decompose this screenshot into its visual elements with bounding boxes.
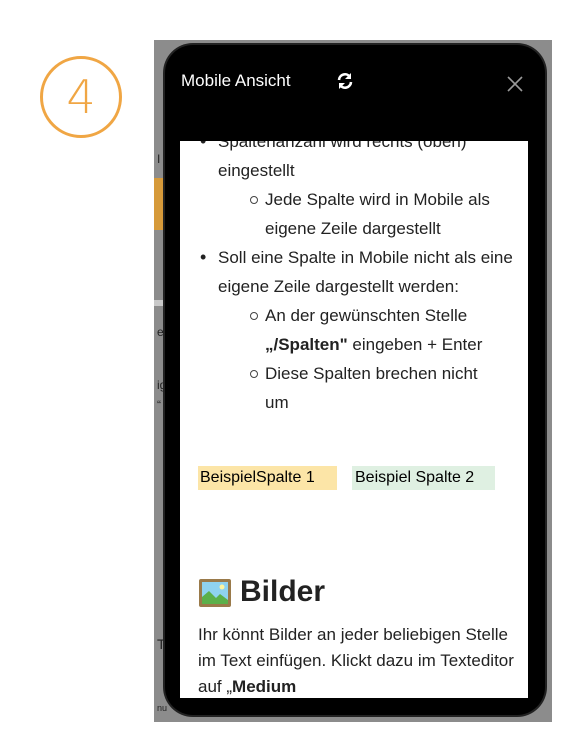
example-column-1: BeispielSpalte 1 <box>198 466 337 490</box>
mobile-content: Spaltenanzahl wird rechts (oben) eingest… <box>180 141 528 417</box>
sub-list-item-text: eingeben + Enter <box>347 335 483 354</box>
sub-list-item-text: An der gewünschten Stelle <box>265 306 468 325</box>
modal-title: Mobile Ansicht <box>181 71 291 90</box>
list-item: Soll eine Spalte in Mobile nicht als ein… <box>180 243 518 417</box>
list-item-text: Soll eine Spalte in Mobile nicht als ein… <box>218 248 513 296</box>
image-icon <box>199 579 231 607</box>
paragraph: Ihr könnt Bilder an jeder beliebigen Ste… <box>198 622 518 698</box>
heading-text: Bilder <box>240 575 326 608</box>
spalten-command: „/Spalten" <box>265 335 348 354</box>
sub-list-item: Diese Spalten brechen nicht um <box>180 359 505 417</box>
list-item-text: Spaltenanzahl wird rechts (oben) eingest… <box>218 141 467 180</box>
sub-list-item-text: Jede Spalte wird in Mobile als eigene Ze… <box>265 190 490 238</box>
sub-list-item-text: Diese Spalten brechen nicht um <box>265 364 478 412</box>
bullet-list: Spaltenanzahl wird rechts (oben) eingest… <box>180 141 528 417</box>
background-text-fragment: nu <box>157 703 168 713</box>
sub-list-item: An der gewünschten Stelle „/Spalten" ein… <box>180 301 505 359</box>
refresh-icon[interactable] <box>335 71 355 91</box>
mobile-preview-modal: Mobile Ansicht Spaltenanzahl wird rechts… <box>165 45 545 715</box>
background-text-fragment: e <box>157 325 164 339</box>
paragraph-bold-text: Medium <box>232 677 297 696</box>
background-text-fragment: I <box>157 152 161 166</box>
background-text-fragment: “ <box>157 398 161 412</box>
sub-list-item: Jede Spalte wird in Mobile als eigene Ze… <box>180 185 505 243</box>
step-number-badge: 4 <box>40 56 122 138</box>
example-column-2: Beispiel Spalte 2 <box>352 466 495 490</box>
close-icon[interactable] <box>506 75 524 93</box>
mobile-screen: Spaltenanzahl wird rechts (oben) eingest… <box>180 141 528 698</box>
list-item: Spaltenanzahl wird rechts (oben) eingest… <box>180 141 518 243</box>
